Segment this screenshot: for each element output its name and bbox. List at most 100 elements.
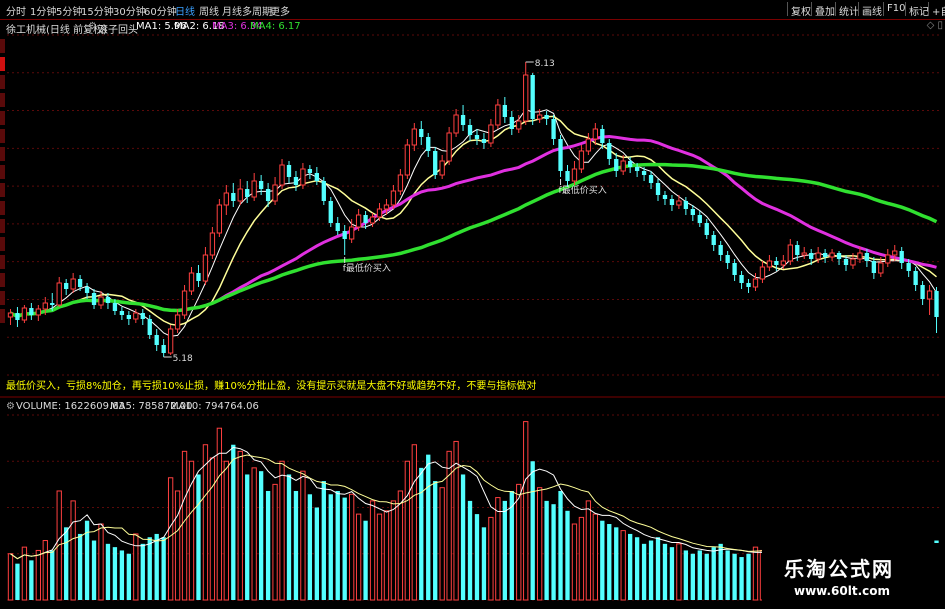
candle-body (161, 345, 166, 353)
sidebar-tab[interactable] (0, 201, 5, 215)
volume-bar (105, 543, 111, 600)
volume-bar (544, 500, 549, 600)
candle-body (718, 245, 723, 255)
sidebar-tab[interactable] (0, 147, 5, 161)
candle-body (265, 189, 271, 201)
period-tab-2[interactable]: 5分钟 (56, 3, 82, 18)
volume-bar (607, 524, 612, 600)
sidebar-tab[interactable] (0, 273, 5, 287)
volume-bar (300, 470, 306, 601)
period-tab-4[interactable]: 30分钟 (113, 3, 146, 18)
volume-bar (64, 527, 69, 600)
sidebar-tab[interactable] (0, 39, 5, 53)
candle-body (578, 150, 585, 170)
strategy-note: 最低价买入，亏损8%加仓，再亏损10%止损，赚10%分批止盈，没有提示买就是大盘… (6, 381, 537, 392)
candle-body (439, 160, 445, 176)
volume-bar (342, 497, 347, 600)
period-tab-9[interactable]: 多周期 (242, 3, 272, 18)
sidebar-tab[interactable] (0, 255, 5, 269)
sidebar-tab[interactable] (0, 237, 5, 251)
watermark-url: www.60lt.com (794, 584, 891, 598)
gear-icon[interactable]: ⚙ (88, 21, 97, 32)
candle-body (64, 283, 69, 289)
candle-body (523, 74, 529, 122)
candle-body (920, 285, 925, 299)
candle-body (600, 129, 605, 143)
toolbar-button-5[interactable]: 标记 (909, 3, 929, 18)
volume-bar (634, 537, 640, 600)
volume-bar (426, 454, 431, 600)
volume-bar (467, 500, 473, 600)
sidebar-tab[interactable] (0, 309, 5, 323)
panel-controls[interactable]: ◇ ▯ (927, 20, 943, 31)
candle-body (21, 307, 28, 321)
volume-bar (196, 474, 201, 600)
period-tab-5[interactable]: 60分钟 (144, 3, 177, 18)
period-tab-0[interactable]: 分时 (6, 3, 26, 18)
candle-body (335, 223, 340, 231)
candle-body (815, 252, 821, 260)
high-label: 8.13 (535, 59, 555, 69)
toolbar-button-4[interactable]: F10 (887, 3, 905, 14)
sidebar-tab[interactable] (0, 93, 5, 107)
sidebar-tab[interactable] (0, 75, 5, 89)
candle-body (369, 216, 376, 224)
left-sidebar (0, 35, 5, 595)
sidebar-tab[interactable] (0, 111, 5, 125)
sidebar-tab[interactable] (0, 291, 5, 305)
sidebar-tab[interactable] (0, 129, 5, 143)
candle-body (314, 173, 319, 181)
gear-icon[interactable]: ⚙ (6, 401, 15, 412)
candle-body (286, 165, 292, 177)
candle-body (530, 75, 535, 119)
volume-bar (363, 520, 368, 600)
period-tab-3[interactable]: 15分钟 (81, 3, 114, 18)
toolbar-separator (858, 2, 859, 16)
period-tab-7[interactable]: 周线 (199, 3, 219, 18)
toolbar-button-6[interactable]: +自 (932, 3, 945, 18)
toolbar-button-2[interactable]: 统计 (839, 3, 859, 18)
buy-signal-label: f最低价买入 (559, 184, 607, 196)
volume-bar (181, 450, 188, 601)
toolbar-button-0[interactable]: 复权 (791, 3, 811, 18)
candle-body (126, 315, 132, 319)
volume-bar (628, 533, 633, 600)
candle-body (70, 278, 76, 290)
volume-bar (56, 490, 62, 601)
volume-bar (732, 553, 737, 600)
volume-bar (488, 516, 494, 601)
volume-bar (237, 450, 243, 601)
candle-body (502, 105, 507, 117)
candle-body (488, 124, 494, 144)
sidebar-tab[interactable] (0, 165, 5, 179)
volume-bar (133, 533, 139, 601)
candle-body (42, 302, 48, 310)
volume-bar (474, 514, 480, 600)
sidebar-tab[interactable] (0, 57, 5, 71)
volume-bar (348, 493, 355, 601)
kline-chart[interactable]: 8.13 5.18 f最低价买入 f最低价买入 (0, 0, 945, 609)
volume-bar (620, 530, 626, 601)
toolbar-button-3[interactable]: 画线 (862, 3, 882, 18)
sidebar-tab[interactable] (0, 183, 5, 197)
candle-body (655, 183, 661, 195)
period-tab-1[interactable]: 1分钟 (30, 3, 56, 18)
toolbar-separator (811, 2, 812, 16)
period-tab-6[interactable]: 日线 (175, 3, 195, 18)
volume-bar (140, 543, 145, 600)
candle-body (822, 253, 828, 257)
toolbar-button-1[interactable]: 叠加 (815, 3, 835, 18)
candle-body (272, 184, 278, 202)
period-tab-8[interactable]: 月线 (222, 3, 242, 18)
sidebar-tab[interactable] (0, 219, 5, 233)
candle-body (279, 164, 285, 186)
candle-body (766, 260, 773, 268)
candle-body (98, 296, 104, 306)
volume-bar (321, 481, 326, 600)
period-tab-10[interactable]: 更多 (270, 3, 290, 18)
volume-info-bar: ⚙ VOLUME: 1622609.63 MA5: 785872.00 MA10… (0, 400, 945, 414)
indicator-name[interactable]: 滚子回头 (98, 21, 138, 36)
volume-bar (112, 547, 118, 600)
candle-body (899, 251, 904, 263)
candle-body (759, 266, 766, 280)
